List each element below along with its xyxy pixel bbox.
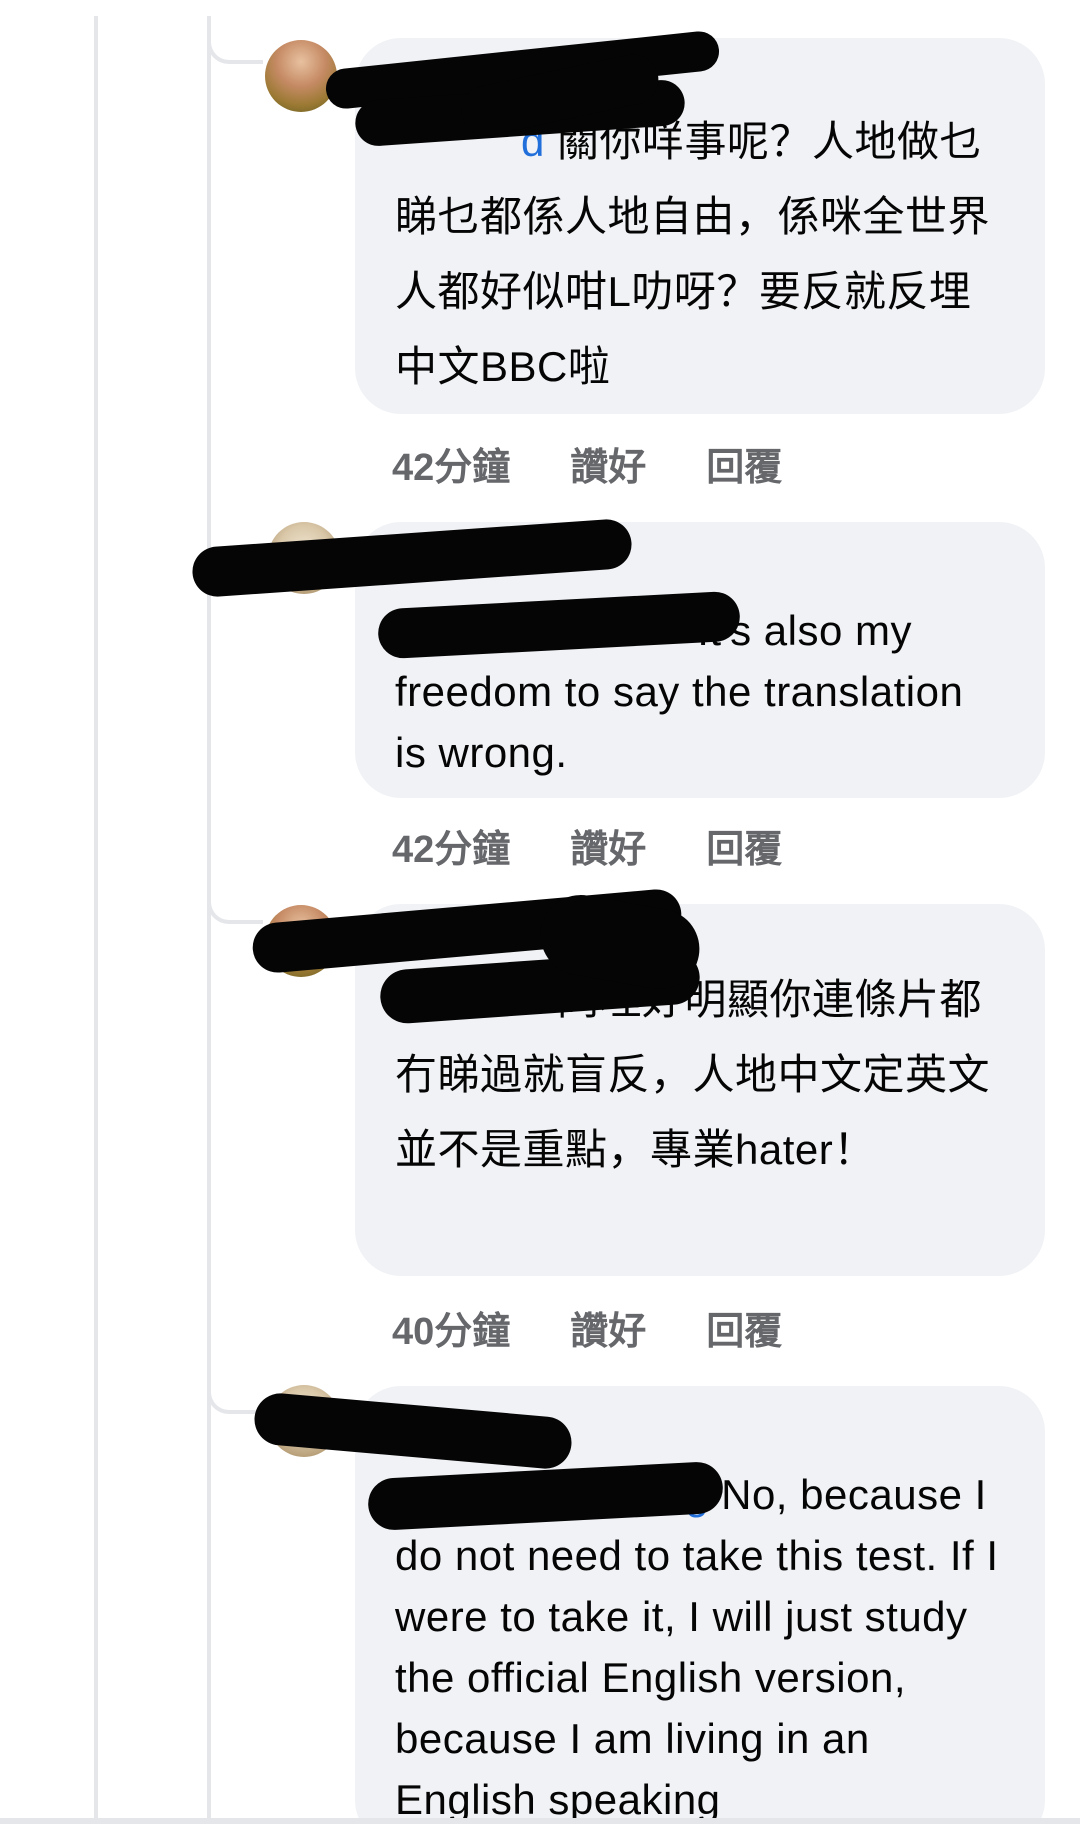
like-button[interactable]: 讚好	[570, 436, 646, 491]
comment-actions: 42分鐘 讚好 回覆	[392, 818, 782, 873]
comment-text: Joe Ted 關你咩事呢？人地做乜睇乜都係人地自由，係咪全世界人都好似咁L叻呀…	[395, 118, 991, 390]
thread-line-outer	[94, 16, 98, 1824]
like-button[interactable]: 讚好	[570, 818, 646, 873]
avatar[interactable]	[265, 40, 337, 112]
comment-bubble[interactable]: Joe Ted 同埋好明顯你連條片都冇睇過就盲反，人地中文定英文並不是重點，專業…	[355, 904, 1045, 1276]
reply-connector	[207, 1380, 263, 1414]
timestamp: 42分鐘	[392, 829, 511, 871]
timestamp: 40分鐘	[392, 1311, 511, 1353]
comment-actions: 42分鐘 讚好 回覆	[392, 436, 782, 491]
thread-line-inner	[207, 16, 211, 1824]
reply-button[interactable]: 回覆	[706, 818, 782, 873]
timestamp: 42分鐘	[392, 447, 511, 489]
comment-actions: 40分鐘 讚好 回覆	[392, 1300, 782, 1355]
reply-connector	[207, 30, 263, 64]
reply-button[interactable]: 回覆	[706, 1300, 782, 1355]
reply-connector	[207, 890, 263, 924]
reply-button[interactable]: 回覆	[706, 436, 782, 491]
bottom-divider	[0, 1818, 1080, 1824]
comment-thread: Joe Ted 關你咩事呢？人地做乜睇乜都係人地自由，係咪全世界人都好似咁L叻呀…	[0, 0, 1080, 1824]
like-button[interactable]: 讚好	[570, 1300, 646, 1355]
